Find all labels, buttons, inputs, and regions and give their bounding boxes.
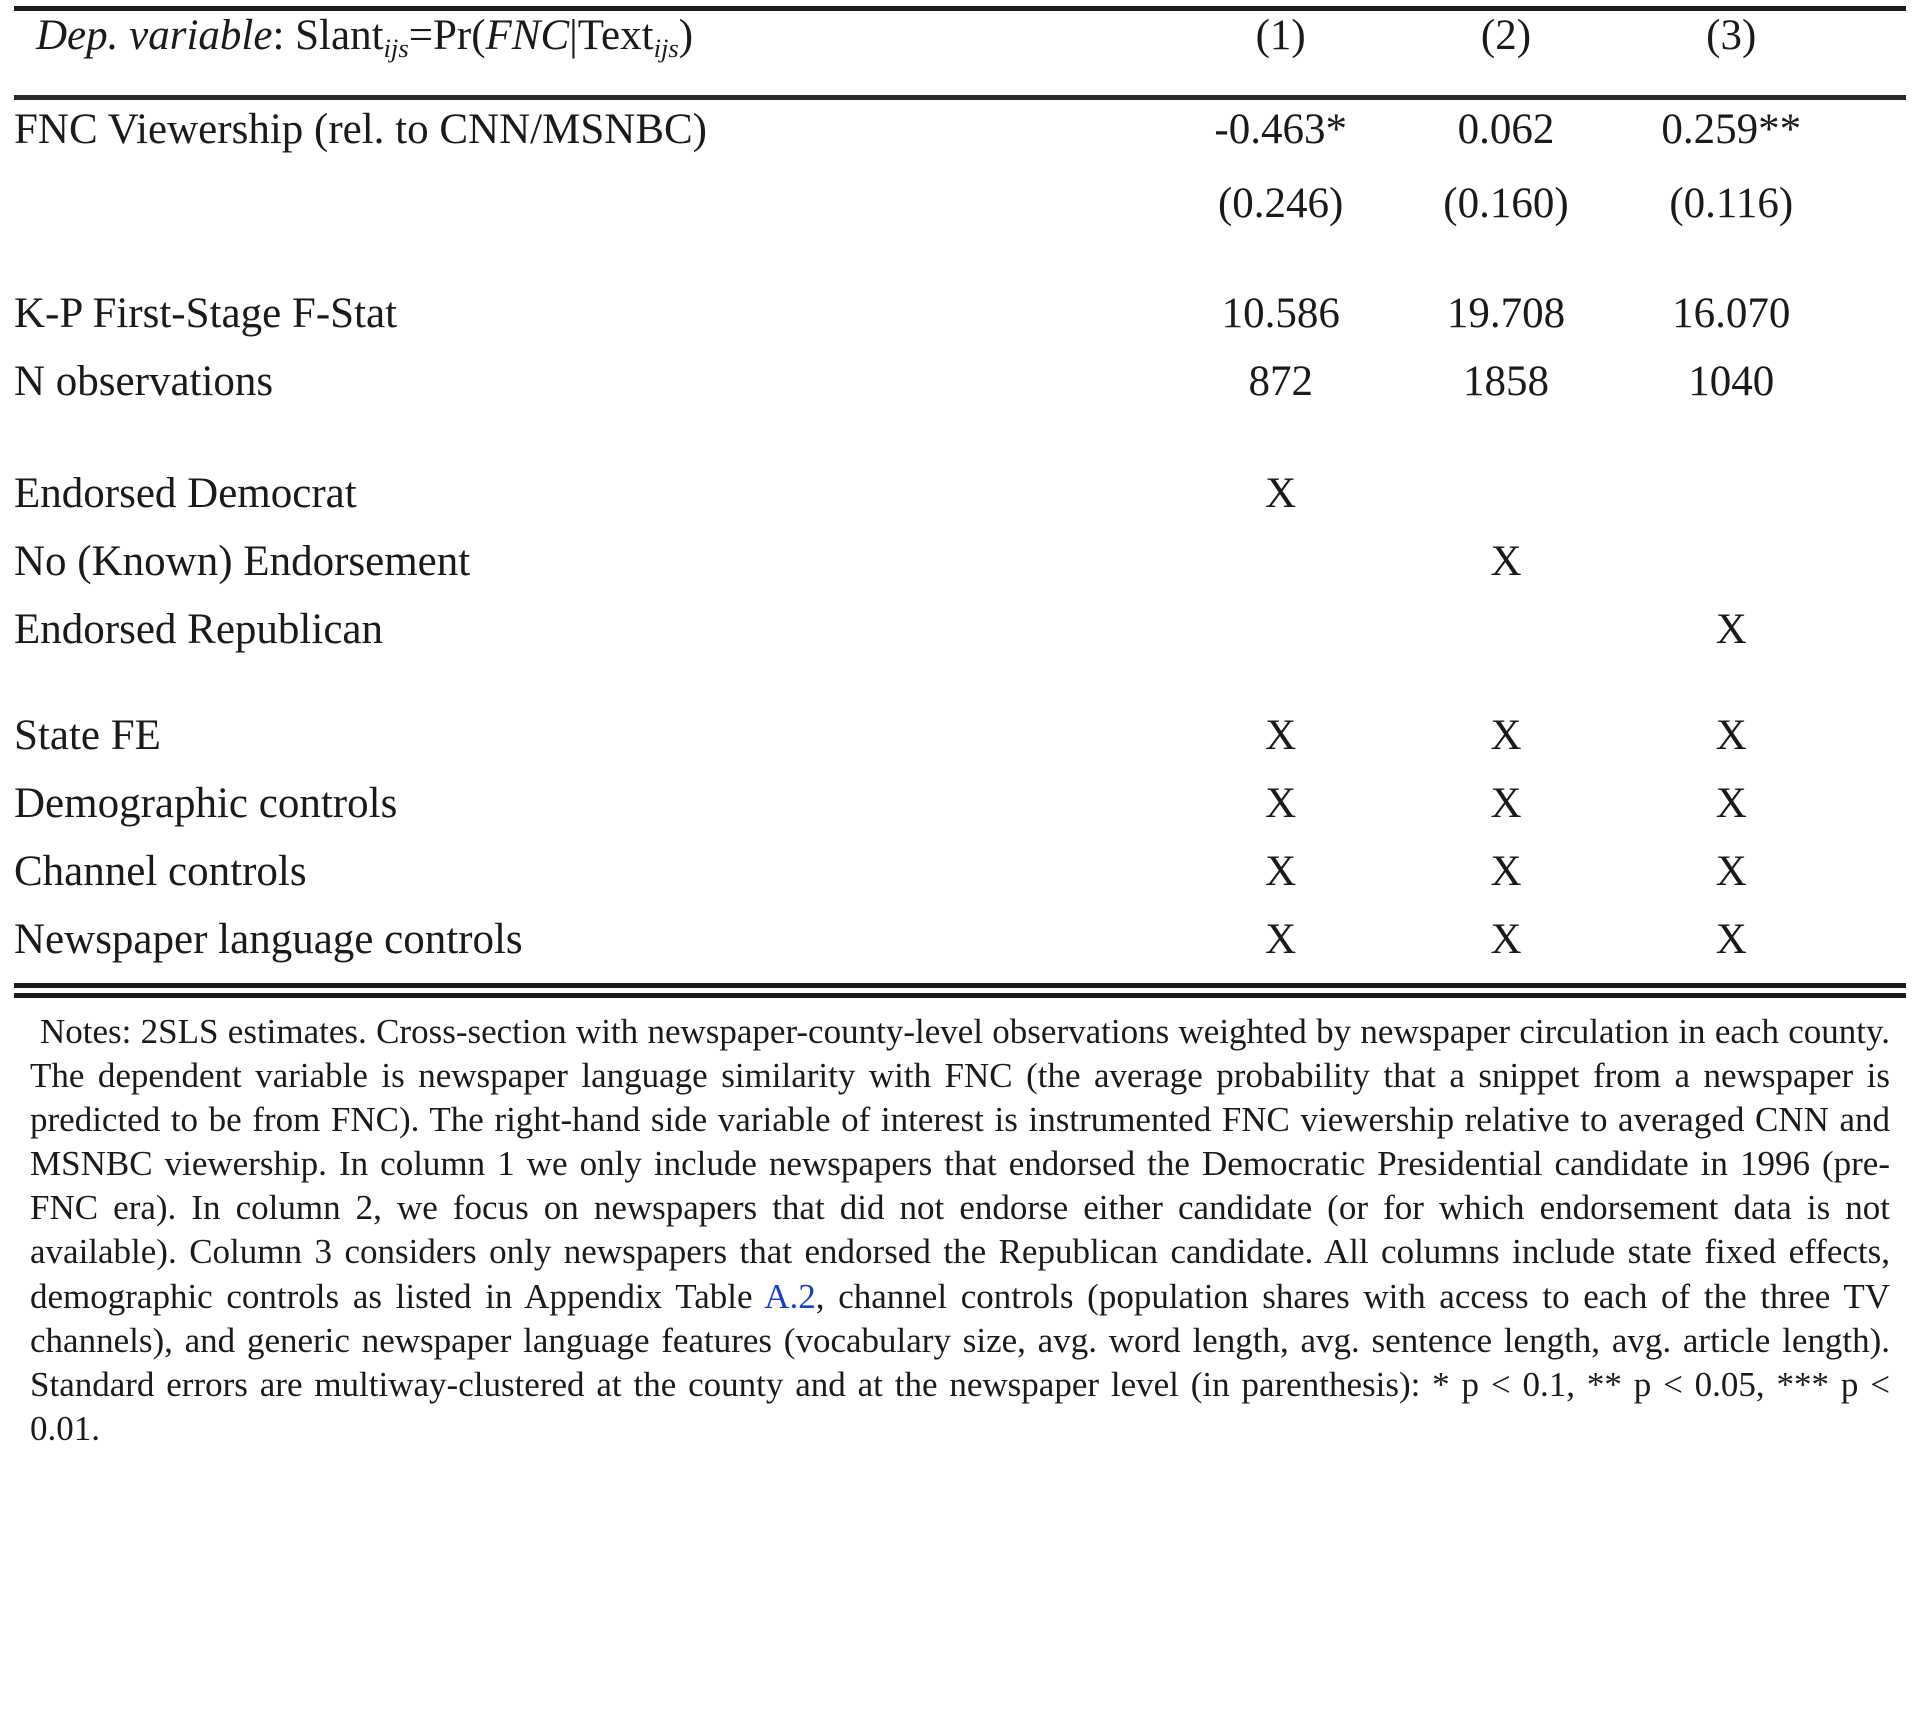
- sample-no-endorsement-col3: [1619, 537, 1844, 605]
- dep-variable-text-token: Text: [577, 12, 654, 59]
- stat-kp-f-stat-col1: 10.586: [1221, 290, 1340, 337]
- control-channel-col2: X: [1490, 848, 1522, 895]
- row-pad-cell: [1844, 289, 1906, 357]
- dep-variable-eq: =Pr(: [408, 12, 486, 59]
- row-pad-cell: [1844, 179, 1906, 245]
- row-pad-cell: [1844, 847, 1906, 915]
- std-error-label: [14, 179, 1168, 245]
- row-pad-cell: [1844, 711, 1906, 779]
- column-header-1: (1): [1255, 12, 1306, 59]
- row-spacer-cell: [14, 425, 1906, 469]
- regression-table-figure: Dep. variable: Slantijs=Pr(FNC|Textijs) …: [0, 6, 1920, 1710]
- column-header-3: (3): [1706, 12, 1757, 59]
- row-pad-cell: [1844, 779, 1906, 847]
- row-pad-cell: [1844, 537, 1906, 605]
- sample-endorsed-democrat-col3: [1619, 469, 1844, 537]
- row-pad-cell: [1844, 105, 1906, 179]
- control-newspaper-language-col3: X: [1715, 916, 1747, 963]
- control-demographic-col2: X: [1490, 780, 1522, 827]
- table-row: No (Known) Endorsement X: [14, 537, 1906, 605]
- sample-endorsed-republican-col2: [1393, 605, 1618, 673]
- coefficient-number-col2: 0.062: [1457, 106, 1555, 153]
- coefficient-label-fnc-viewership: FNC Viewership (rel. to CNN/MSNBC): [14, 106, 707, 153]
- dep-variable-sub-1: ijs: [383, 32, 409, 63]
- table-row: Demographic controls X X X: [14, 779, 1906, 847]
- dep-variable-fnc: FNC: [485, 12, 570, 59]
- sample-label-no-endorsement: No (Known) Endorsement: [14, 538, 471, 585]
- sample-no-endorsement-col1: [1168, 537, 1393, 605]
- sample-endorsed-republican-col3: X: [1715, 606, 1747, 653]
- control-newspaper-language-col2: X: [1490, 916, 1522, 963]
- stat-label-kp-f-stat: K-P First-Stage F-Stat: [14, 290, 398, 337]
- table-row: Newspaper language controls X X X: [14, 915, 1906, 983]
- table-row: Channel controls X X X: [14, 847, 1906, 915]
- table-row: N observations 872 1858 1040: [14, 357, 1906, 425]
- stat-label-n-observations: N observations: [14, 358, 274, 405]
- stat-kp-f-stat-col3: 16.070: [1672, 290, 1791, 337]
- significance-stars-col3: **: [1758, 106, 1802, 153]
- stat-n-observations-col2: 1858: [1462, 358, 1549, 405]
- row-spacer: [14, 673, 1906, 711]
- stat-kp-f-stat-col2: 19.708: [1446, 290, 1566, 337]
- sample-label-endorsed-democrat: Endorsed Democrat: [14, 470, 357, 517]
- control-demographic-col3: X: [1715, 780, 1747, 827]
- table-row: FNC Viewership (rel. to CNN/MSNBC) -0.46…: [14, 105, 1906, 179]
- dep-variable-label: Dep. variable: [36, 12, 273, 59]
- coefficient-number-col1: -0.463: [1214, 106, 1326, 153]
- dep-variable-bar: |: [569, 12, 578, 59]
- header-pad-cell: [1844, 11, 1906, 95]
- control-state-fe-col2: X: [1490, 712, 1522, 759]
- table-row: K-P First-Stage F-Stat 10.586 19.708 16.…: [14, 289, 1906, 357]
- row-spacer-cell: [14, 245, 1906, 289]
- row-pad-cell: [1844, 915, 1906, 983]
- notes-text-part-1: Notes: 2SLS estimates. Cross-section wit…: [30, 1012, 1890, 1316]
- row-spacer: [14, 245, 1906, 289]
- row-pad-cell: [1844, 357, 1906, 425]
- table-row: (0.246) (0.160) (0.116): [14, 179, 1906, 245]
- table-row: State FE X X X: [14, 711, 1906, 779]
- stat-n-observations-col1: 872: [1248, 358, 1313, 405]
- control-label-demographic: Demographic controls: [14, 780, 398, 827]
- std-error-col3: (0.116): [1669, 180, 1794, 227]
- sample-endorsed-democrat-col2: [1393, 469, 1618, 537]
- control-newspaper-language-col1: X: [1265, 916, 1297, 963]
- control-demographic-col1: X: [1265, 780, 1297, 827]
- sample-label-endorsed-republican: Endorsed Republican: [14, 606, 383, 653]
- coefficient-value-col1: -0.463*: [1168, 105, 1393, 179]
- significance-stars-col1: *: [1325, 106, 1347, 153]
- regression-body-table: FNC Viewership (rel. to CNN/MSNBC) -0.46…: [14, 105, 1906, 983]
- row-spacer-cell: [14, 673, 1906, 711]
- regression-table: Dep. variable: Slantijs=Pr(FNC|Textijs) …: [14, 11, 1906, 95]
- coefficient-number-col3: 0.259: [1661, 106, 1759, 153]
- coefficient-value-col2: 0.062: [1393, 105, 1618, 179]
- sample-endorsed-democrat-col1: X: [1265, 470, 1297, 517]
- control-label-channel: Channel controls: [14, 848, 307, 895]
- std-error-col1: (0.246): [1217, 180, 1344, 227]
- column-header-2: (2): [1480, 12, 1532, 59]
- sample-no-endorsement-col2: X: [1490, 538, 1522, 585]
- control-label-newspaper-language: Newspaper language controls: [14, 916, 523, 963]
- dep-variable-colon: : Slant: [272, 12, 384, 59]
- appendix-table-a2-link[interactable]: A.2: [764, 1277, 816, 1316]
- stat-n-observations-col3: 1040: [1688, 358, 1775, 405]
- control-channel-col3: X: [1715, 848, 1747, 895]
- row-spacer: [14, 425, 1906, 469]
- control-channel-col1: X: [1265, 848, 1297, 895]
- table-row: Endorsed Republican X: [14, 605, 1906, 673]
- row-pad-cell: [1844, 605, 1906, 673]
- table-row: Endorsed Democrat X: [14, 469, 1906, 537]
- sample-endorsed-republican-col1: [1168, 605, 1393, 673]
- row-pad-cell: [1844, 469, 1906, 537]
- std-error-col2: (0.160): [1443, 180, 1569, 227]
- coefficient-value-col3: 0.259**: [1619, 105, 1844, 179]
- control-label-state-fe: State FE: [14, 712, 161, 759]
- dep-variable-sub-2: ijs: [653, 32, 679, 63]
- control-state-fe-col1: X: [1265, 712, 1297, 759]
- table-header-row: Dep. variable: Slantijs=Pr(FNC|Textijs) …: [14, 11, 1906, 95]
- control-state-fe-col3: X: [1715, 712, 1747, 759]
- dep-variable-close-paren: ): [678, 12, 694, 59]
- table-notes: Notes: 2SLS estimates. Cross-section wit…: [14, 998, 1906, 1451]
- dep-variable-header: Dep. variable: Slantijs=Pr(FNC|Textijs): [14, 11, 1168, 95]
